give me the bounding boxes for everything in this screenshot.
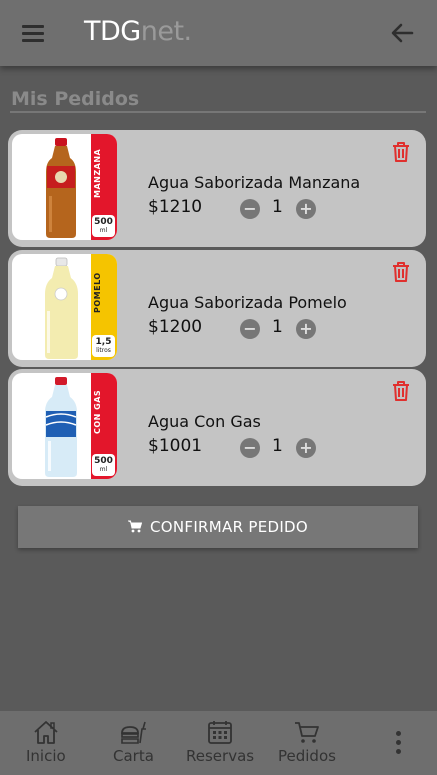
quantity-value: 1 (272, 197, 283, 217)
volume-value: 1,5 (95, 337, 112, 347)
trash-icon[interactable] (391, 141, 411, 163)
decrease-quantity-button[interactable]: − (240, 199, 260, 219)
cart-icon (127, 520, 142, 533)
volume-badge: 500 ml (92, 215, 115, 237)
nav-item-carta[interactable]: Carta (113, 719, 154, 765)
product-name: Agua Saborizada Pomelo (148, 293, 347, 312)
bottle-illustration (46, 138, 76, 238)
trash-icon[interactable] (391, 380, 411, 402)
bottle-illustration (45, 257, 78, 359)
product-price: $1001 (148, 436, 203, 456)
nav-item-reservas[interactable]: Reservas (186, 719, 254, 765)
volume-value: 500 (94, 456, 113, 466)
confirm-order-button[interactable]: CONFIRMAR PEDIDO (18, 506, 418, 548)
nav-label-inicio: Inicio (26, 747, 66, 765)
back-arrow-icon[interactable] (390, 22, 414, 44)
quantity-value: 1 (272, 317, 283, 337)
product-name: Agua Saborizada Manzana (148, 173, 361, 192)
volume-badge: 500 ml (92, 454, 115, 476)
increase-quantity-button[interactable]: + (296, 199, 316, 219)
top-app-bar: TDGnet. (0, 0, 437, 66)
volume-badge: 1,5 litros (92, 335, 115, 357)
menu-icon[interactable] (22, 25, 44, 42)
nav-label-carta: Carta (113, 747, 154, 765)
trash-icon[interactable] (391, 261, 411, 283)
flavor-label: MANZANA (93, 148, 102, 198)
cart-icon (294, 722, 319, 743)
bottle-illustration (45, 377, 77, 477)
home-icon (34, 721, 58, 744)
page-title: Mis Pedidos (11, 88, 140, 110)
decrease-quantity-button[interactable]: − (240, 319, 260, 339)
app-logo: TDGnet. (84, 16, 192, 47)
product-image: POMELO 1,5 litros (12, 254, 117, 360)
product-image: CON GAS 500 ml (12, 373, 117, 479)
logo-suffix-text: net. (140, 16, 192, 47)
product-name: Agua Con Gas (148, 412, 261, 431)
decrease-quantity-button[interactable]: − (240, 438, 260, 458)
product-price: $1200 (148, 317, 203, 337)
product-image: MANZANA 500 ml (12, 134, 117, 240)
volume-unit: litros (96, 347, 111, 354)
order-item-card: CON GAS 500 ml Agua Con Gas $1001 − 1 + (8, 369, 426, 486)
bottom-navigation: Inicio Carta Reservas Pedidos (0, 711, 437, 775)
order-item-card: POMELO 1,5 litros Agua Saborizada Pomelo… (8, 250, 426, 367)
product-price: $1210 (148, 197, 203, 217)
more-options-icon[interactable] (392, 731, 404, 757)
calendar-icon (208, 721, 232, 744)
quantity-value: 1 (272, 436, 283, 456)
food-icon (121, 721, 147, 744)
nav-item-inicio[interactable]: Inicio (26, 719, 66, 765)
increase-quantity-button[interactable]: + (296, 438, 316, 458)
title-divider (10, 111, 426, 113)
volume-value: 500 (94, 217, 113, 227)
flavor-label: CON GAS (93, 389, 102, 435)
volume-unit: ml (99, 227, 108, 234)
flavor-label: POMELO (93, 272, 102, 314)
nav-item-pedidos[interactable]: Pedidos (278, 719, 336, 765)
order-item-card: MANZANA 500 ml Agua Saborizada Manzana $… (8, 130, 426, 247)
nav-label-reservas: Reservas (186, 747, 255, 765)
increase-quantity-button[interactable]: + (296, 319, 316, 339)
nav-label-pedidos: Pedidos (278, 747, 336, 765)
volume-unit: ml (99, 466, 108, 473)
confirm-order-label: CONFIRMAR PEDIDO (149, 518, 309, 536)
logo-main-text: TDG (84, 16, 141, 47)
